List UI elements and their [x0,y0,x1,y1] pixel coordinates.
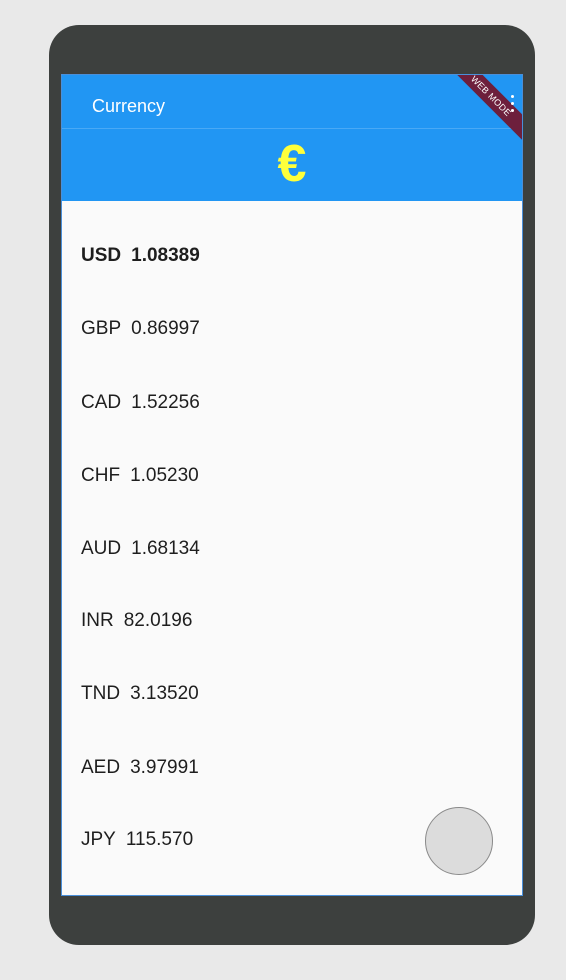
currency-rate: 1.05230 [130,465,199,486]
currency-code: CAD [81,392,122,413]
floating-action-button[interactable] [425,807,493,875]
currency-code: CHF [81,465,121,486]
currency-rate: 115.570 [125,829,194,850]
menu-dot [511,102,514,105]
currency-code: JPY [81,829,116,850]
currency-row-aed[interactable]: AED 3.97991 [81,751,199,785]
menu-dot [511,95,514,98]
currency-code: GBP [81,318,122,339]
euro-icon: € [277,135,307,193]
currency-row-jpy[interactable]: JPY 115.570 [81,823,193,857]
currency-rate: 82.0196 [123,610,193,631]
app-bar: Currency WEB MODE € [62,75,522,201]
currency-rate: 0.86997 [131,318,200,339]
currency-row-usd[interactable]: USD 1.08389 [81,239,200,273]
app-title: Currency [92,96,166,116]
currency-row-tnd[interactable]: TND 3.13520 [81,677,199,711]
currency-rate: 1.52256 [131,392,200,413]
currency-code: TND [81,683,121,704]
currency-code: USD [81,245,122,266]
currency-rate: 1.08389 [131,245,200,266]
currency-code: INR [81,610,114,631]
currency-code: AED [81,757,121,778]
app-screen: Currency WEB MODE € USD 1.08389 GBP 0.8699… [62,75,522,895]
more-vert-icon[interactable] [506,93,518,115]
currency-rate: 3.13520 [130,683,199,704]
currency-rate: 1.68134 [131,538,200,559]
currency-rate: 3.97991 [130,757,199,778]
app-bar-divider [62,128,522,129]
currency-row-inr[interactable]: INR 82.0196 [81,604,192,638]
currency-code: AUD [81,538,122,559]
currency-row-cad[interactable]: CAD 1.52256 [81,386,200,420]
currency-row-chf[interactable]: CHF 1.05230 [81,459,199,493]
currency-row-gbp[interactable]: GBP 0.86997 [81,312,200,346]
menu-dot [511,109,514,112]
currency-row-aud[interactable]: AUD 1.68134 [81,532,200,566]
